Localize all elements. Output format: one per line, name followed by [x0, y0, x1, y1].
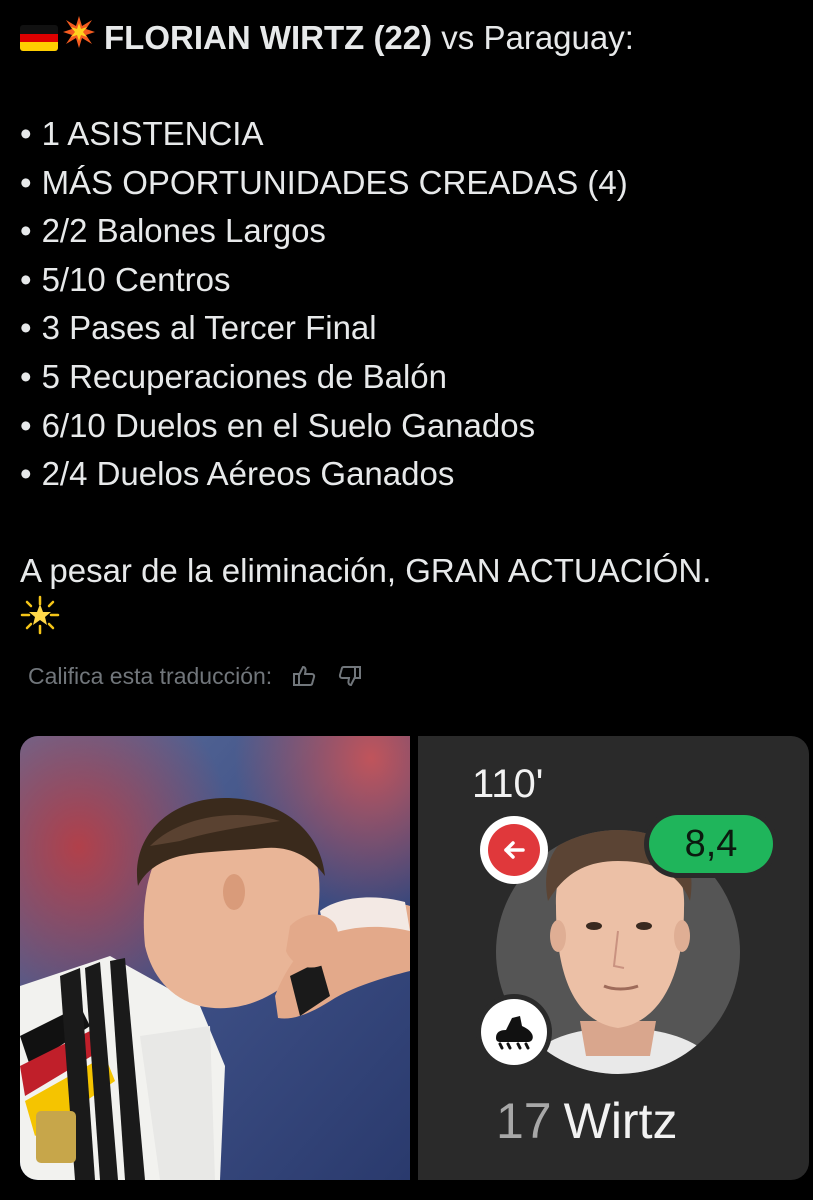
germany-flag-icon — [20, 25, 58, 51]
player-surname: Wirtz — [563, 1093, 678, 1149]
thumbs-up-icon[interactable] — [290, 662, 318, 690]
list-item: • 3 Pases al Tercer Final — [20, 309, 377, 347]
list-item: • 1 ASISTENCIA — [20, 115, 264, 152]
player-name: 17 Wirtz — [496, 1092, 677, 1150]
list-item: • MÁS OPORTUNIDADES CREADAS (4) — [20, 163, 628, 201]
media-gallery: 110' 8,4 17 Wirtz — [20, 736, 809, 1180]
translation-rating: Califica esta traducción: — [28, 658, 364, 694]
headline-player: FLORIAN WIRTZ (22) — [104, 19, 433, 56]
thumbs-down-icon[interactable] — [336, 662, 364, 690]
player-rating-card[interactable]: 110' 8,4 17 Wirtz — [418, 736, 809, 1180]
list-item: • 5 Recuperaciones de Balón — [20, 357, 448, 395]
rating-badge: 8,4 — [644, 810, 778, 878]
post-headline: FLORIAN WIRTZ (22) vs Paraguay: — [20, 14, 800, 62]
list-item: • 5/10 Centros — [20, 260, 231, 298]
list-item: • 6/10 Duelos en el Suelo Ganados — [20, 406, 536, 444]
arrow-left-icon — [488, 824, 540, 876]
closing-line: A pesar de la eliminación, GRAN ACTUACIÓ… — [20, 551, 712, 589]
headline-opponent: vs Paraguay: — [432, 19, 634, 56]
substitution-badge — [480, 816, 548, 884]
rating-value: 8,4 — [649, 815, 773, 873]
list-item: • 2/2 Balones Largos — [20, 212, 326, 250]
collision-icon — [62, 14, 96, 62]
post-text: FLORIAN WIRTZ (22) vs Paraguay: • 1 ASIST… — [20, 14, 800, 635]
player-photo[interactable] — [20, 736, 410, 1180]
football-boot-icon — [481, 999, 547, 1065]
rate-translation-label: Califica esta traducción: — [28, 662, 273, 689]
glowing-star-icon — [20, 595, 800, 635]
boot-badge — [476, 994, 552, 1070]
list-item: • 2/4 Duelos Aéreos Ganados — [20, 455, 455, 493]
stats-list: • 1 ASISTENCIA • MÁS OPORTUNIDADES CREADAS… — [20, 110, 800, 499]
shirt-number: 17 — [496, 1093, 552, 1149]
